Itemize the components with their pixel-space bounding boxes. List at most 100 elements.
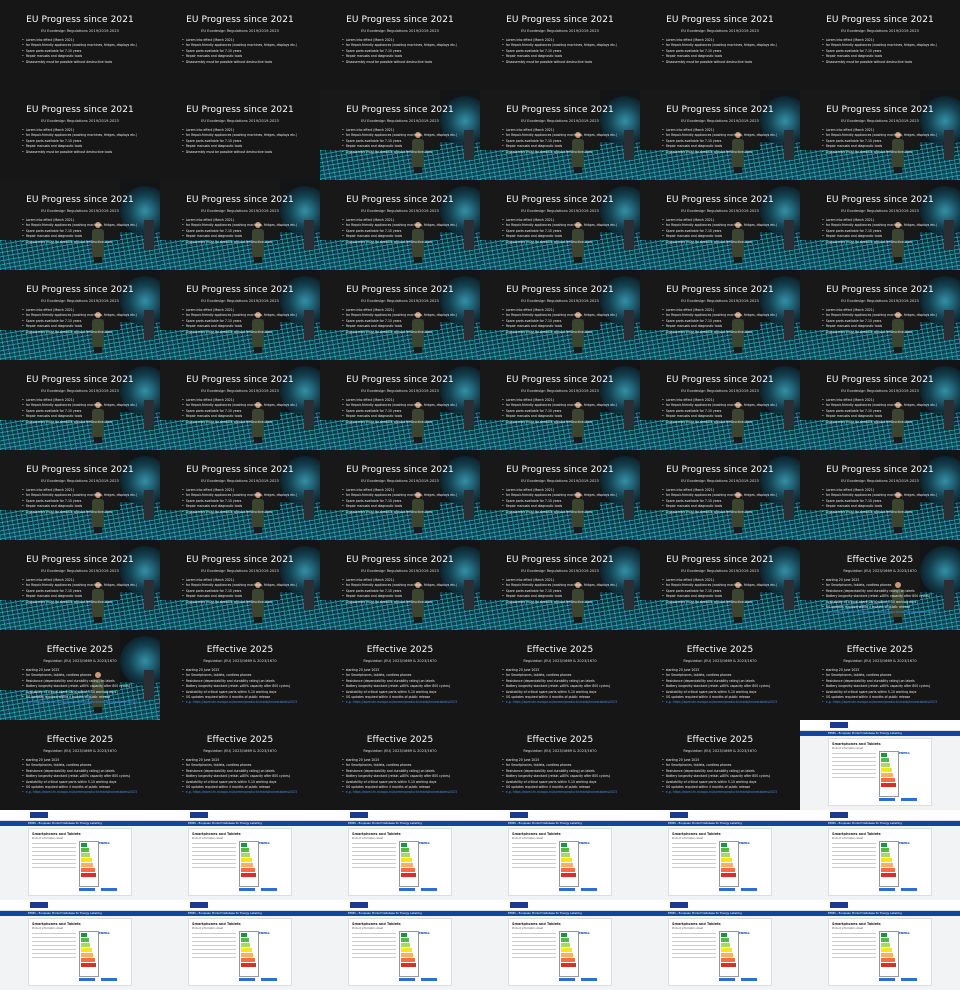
energy-class-bar: [721, 873, 736, 877]
frame-thumbnail[interactable]: EU Progress since 2021 EU Ecodesign Regu…: [800, 90, 960, 180]
frame-thumbnail[interactable]: EU Progress since 2021 EU Ecodesign Regu…: [160, 270, 320, 360]
frame-thumbnail[interactable]: EPREL - European Product Database for En…: [640, 810, 800, 900]
frame-thumbnail[interactable]: EU Progress since 2021 EU Ecodesign Regu…: [160, 360, 320, 450]
download-button[interactable]: [261, 888, 277, 891]
download-button[interactable]: [101, 888, 117, 891]
frame-thumbnail[interactable]: EU Progress since 2021 EU Ecodesign Regu…: [800, 180, 960, 270]
frame-thumbnail[interactable]: EPREL - European Product Database for En…: [800, 720, 960, 810]
download-button[interactable]: [261, 978, 277, 981]
frame-thumbnail[interactable]: EU Progress since 2021 EU Ecodesign Regu…: [160, 0, 320, 90]
frame-thumbnail[interactable]: Effective 2025 Regulation (EU) 2023/1669…: [480, 720, 640, 810]
frame-thumbnail[interactable]: EU Progress since 2021 EU Ecodesign Regu…: [480, 90, 640, 180]
frame-thumbnail[interactable]: EU Progress since 2021 EU Ecodesign Regu…: [640, 540, 800, 630]
download-button[interactable]: [879, 888, 895, 891]
frame-thumbnail[interactable]: EU Progress since 2021 EU Ecodesign Regu…: [160, 180, 320, 270]
download-button[interactable]: [901, 978, 917, 981]
frame-thumbnail[interactable]: Effective 2025 Regulation (EU) 2023/1669…: [0, 720, 160, 810]
frame-thumbnail[interactable]: EU Progress since 2021 EU Ecodesign Regu…: [800, 450, 960, 540]
frame-thumbnail[interactable]: Effective 2025 Regulation (EU) 2023/1669…: [320, 720, 480, 810]
download-button[interactable]: [719, 978, 735, 981]
frame-thumbnail[interactable]: EU Progress since 2021 EU Ecodesign Regu…: [160, 540, 320, 630]
frame-thumbnail[interactable]: EU Progress since 2021 EU Ecodesign Regu…: [800, 0, 960, 90]
frame-thumbnail[interactable]: Effective 2025 Regulation (EU) 2023/1669…: [640, 720, 800, 810]
frame-thumbnail[interactable]: EPREL - European Product Database for En…: [640, 900, 800, 990]
download-button[interactable]: [901, 888, 917, 891]
frame-thumbnail[interactable]: Effective 2025 Regulation (EU) 2023/1669…: [800, 540, 960, 630]
download-button[interactable]: [879, 978, 895, 981]
frame-thumbnail[interactable]: EU Progress since 2021 EU Ecodesign Regu…: [480, 180, 640, 270]
frame-thumbnail[interactable]: EU Progress since 2021 EU Ecodesign Regu…: [0, 180, 160, 270]
download-button[interactable]: [239, 888, 255, 891]
download-button[interactable]: [559, 978, 575, 981]
frame-thumbnail[interactable]: EPREL - European Product Database for En…: [480, 810, 640, 900]
product-card: Smartphones and Tablets Product informat…: [348, 828, 452, 896]
frame-thumbnail[interactable]: EPREL - European Product Database for En…: [800, 900, 960, 990]
frame-thumbnail[interactable]: EU Progress since 2021 EU Ecodesign Regu…: [480, 0, 640, 90]
frame-thumbnail[interactable]: EU Progress since 2021 EU Ecodesign Regu…: [160, 450, 320, 540]
download-button[interactable]: [399, 978, 415, 981]
frame-thumbnail[interactable]: EU Progress since 2021 EU Ecodesign Regu…: [640, 90, 800, 180]
frame-thumbnail[interactable]: EU Progress since 2021 EU Ecodesign Regu…: [640, 450, 800, 540]
download-button[interactable]: [101, 978, 117, 981]
frame-thumbnail[interactable]: EU Progress since 2021 EU Ecodesign Regu…: [320, 0, 480, 90]
slide-bullet: Battery longevity standard (retain ≥80% …: [22, 684, 137, 689]
slide-bullets: starting 20 June 2025for Smartphones, ta…: [822, 578, 937, 616]
frame-thumbnail[interactable]: EU Progress since 2021 EU Ecodesign Regu…: [320, 270, 480, 360]
frame-thumbnail[interactable]: EU Progress since 2021 EU Ecodesign Regu…: [480, 450, 640, 540]
frame-thumbnail[interactable]: EU Progress since 2021 EU Ecodesign Regu…: [640, 270, 800, 360]
download-button[interactable]: [581, 978, 597, 981]
download-button[interactable]: [239, 978, 255, 981]
frame-thumbnail[interactable]: EPREL - European Product Database for En…: [160, 900, 320, 990]
frame-thumbnail[interactable]: EPREL - European Product Database for En…: [160, 810, 320, 900]
frame-thumbnail[interactable]: EU Progress since 2021 EU Ecodesign Regu…: [0, 450, 160, 540]
frame-thumbnail[interactable]: EU Progress since 2021 EU Ecodesign Regu…: [320, 540, 480, 630]
frame-thumbnail[interactable]: EU Progress since 2021 EU Ecodesign Regu…: [320, 180, 480, 270]
frame-thumbnail[interactable]: Effective 2025 Regulation (EU) 2023/1669…: [320, 630, 480, 720]
frame-thumbnail[interactable]: EU Progress since 2021 EU Ecodesign Regu…: [320, 450, 480, 540]
frame-thumbnail[interactable]: EU Progress since 2021 EU Ecodesign Regu…: [0, 270, 160, 360]
slide-bullet: Battery longevity standard (retain ≥80% …: [822, 684, 937, 689]
download-button[interactable]: [741, 978, 757, 981]
frame-thumbnail[interactable]: EU Progress since 2021 EU Ecodesign Regu…: [800, 360, 960, 450]
download-button[interactable]: [421, 978, 437, 981]
eu-logo-icon: [30, 812, 48, 818]
energy-class-bar: [881, 848, 889, 852]
download-button[interactable]: [581, 888, 597, 891]
frame-thumbnail[interactable]: EU Progress since 2021 EU Ecodesign Regu…: [0, 540, 160, 630]
frame-thumbnail[interactable]: EU Progress since 2021 EU Ecodesign Regu…: [480, 360, 640, 450]
download-button[interactable]: [79, 888, 95, 891]
frame-thumbnail[interactable]: Effective 2025 Regulation (EU) 2023/1669…: [0, 630, 160, 720]
frame-thumbnail[interactable]: EU Progress since 2021 EU Ecodesign Regu…: [160, 90, 320, 180]
frame-thumbnail[interactable]: EPREL - European Product Database for En…: [0, 810, 160, 900]
frame-thumbnail[interactable]: EU Progress since 2021 EU Ecodesign Regu…: [640, 180, 800, 270]
download-button[interactable]: [901, 798, 917, 801]
frame-thumbnail[interactable]: Effective 2025 Regulation (EU) 2023/1669…: [160, 630, 320, 720]
frame-thumbnail[interactable]: EPREL - European Product Database for En…: [320, 900, 480, 990]
frame-thumbnail[interactable]: EU Progress since 2021 EU Ecodesign Regu…: [640, 360, 800, 450]
frame-thumbnail[interactable]: EU Progress since 2021 EU Ecodesign Regu…: [800, 270, 960, 360]
frame-thumbnail[interactable]: Effective 2025 Regulation (EU) 2023/1669…: [160, 720, 320, 810]
frame-thumbnail[interactable]: EU Progress since 2021 EU Ecodesign Regu…: [320, 360, 480, 450]
download-button[interactable]: [399, 888, 415, 891]
download-button[interactable]: [719, 888, 735, 891]
frame-thumbnail[interactable]: EU Progress since 2021 EU Ecodesign Regu…: [320, 90, 480, 180]
frame-thumbnail[interactable]: EU Progress since 2021 EU Ecodesign Regu…: [0, 0, 160, 90]
download-button[interactable]: [79, 978, 95, 981]
frame-thumbnail[interactable]: EU Progress since 2021 EU Ecodesign Regu…: [480, 540, 640, 630]
download-button[interactable]: [879, 798, 895, 801]
frame-thumbnail[interactable]: EU Progress since 2021 EU Ecodesign Regu…: [0, 90, 160, 180]
frame-thumbnail[interactable]: Effective 2025 Regulation (EU) 2023/1669…: [480, 630, 640, 720]
frame-thumbnail[interactable]: EPREL - European Product Database for En…: [800, 810, 960, 900]
frame-thumbnail[interactable]: EU Progress since 2021 EU Ecodesign Regu…: [0, 360, 160, 450]
frame-thumbnail[interactable]: Effective 2025 Regulation (EU) 2023/1669…: [800, 630, 960, 720]
download-button[interactable]: [559, 888, 575, 891]
frame-thumbnail[interactable]: EPREL - European Product Database for En…: [320, 810, 480, 900]
frame-thumbnail[interactable]: EU Progress since 2021 EU Ecodesign Regu…: [480, 270, 640, 360]
frame-thumbnail[interactable]: Effective 2025 Regulation (EU) 2023/1669…: [640, 630, 800, 720]
frame-thumbnail[interactable]: EU Progress since 2021 EU Ecodesign Regu…: [640, 0, 800, 90]
eu-logo-icon: [830, 722, 848, 728]
frame-thumbnail[interactable]: EPREL - European Product Database for En…: [480, 900, 640, 990]
frame-thumbnail[interactable]: EPREL - European Product Database for En…: [0, 900, 160, 990]
download-button[interactable]: [741, 888, 757, 891]
download-button[interactable]: [421, 888, 437, 891]
